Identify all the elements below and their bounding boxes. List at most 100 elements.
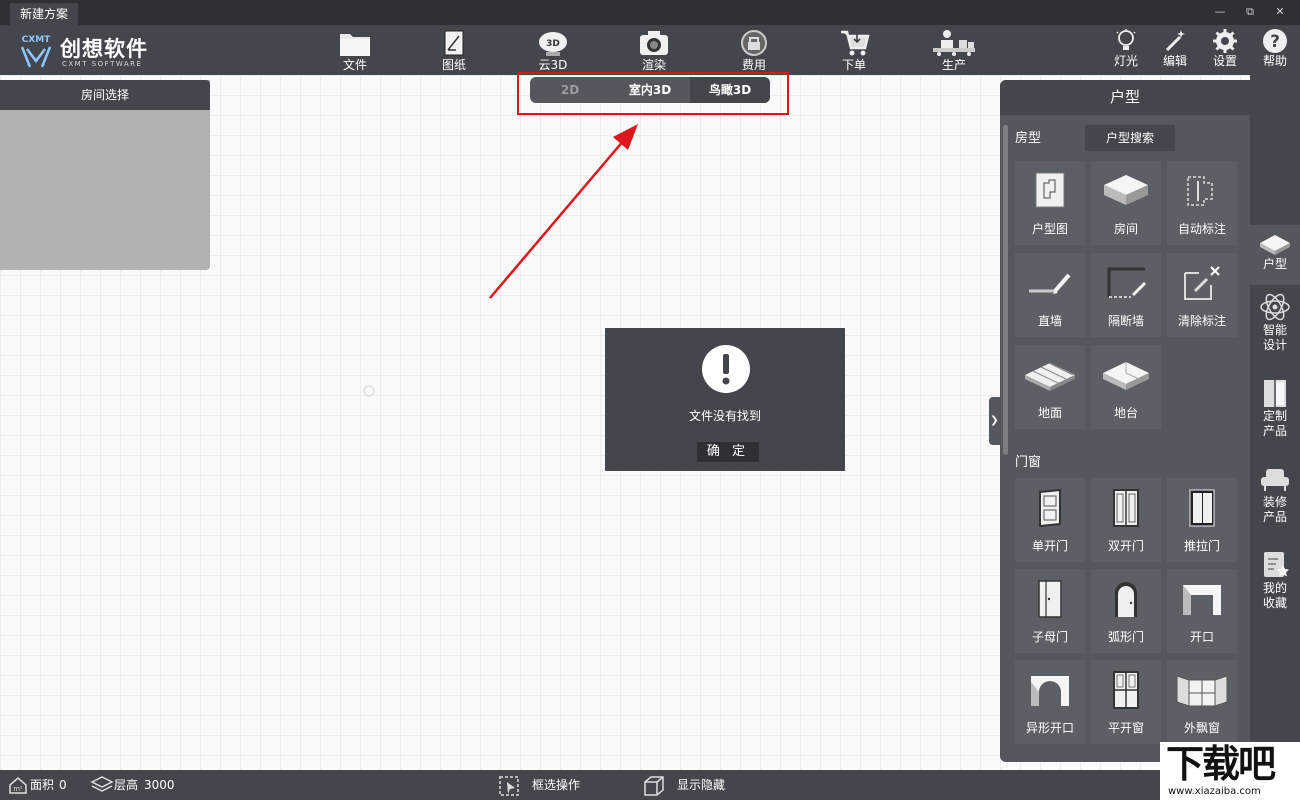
- nav-smart-design[interactable]: 智能 设计: [1250, 291, 1300, 363]
- drawings-label: 图纸: [441, 58, 466, 72]
- panel-collapse-handle[interactable]: ❯: [989, 397, 1000, 445]
- show-hide-button[interactable]: 显示隐藏: [642, 770, 752, 800]
- right-vertical-nav: 户型 智能 设计 定制 产品 装修 产品 我的 收藏: [1250, 75, 1300, 770]
- tool-double-door[interactable]: 双开门: [1091, 478, 1161, 562]
- tool-partition-wall[interactable]: 隔断墙: [1091, 253, 1161, 337]
- tool-floorplan[interactable]: 户型图: [1015, 161, 1085, 245]
- tool-arched-door[interactable]: 弧形门: [1091, 569, 1161, 653]
- order-button[interactable]: 下单: [824, 27, 884, 73]
- tool-mother-child-door[interactable]: 子母门: [1015, 569, 1085, 653]
- tool-mother-child-door-label: 子母门: [1031, 630, 1068, 644]
- bay-window-icon: [1176, 675, 1228, 707]
- room-box-icon: [1104, 175, 1148, 205]
- tool-platform[interactable]: 地台: [1091, 345, 1161, 429]
- cost-button[interactable]: 费用: [724, 27, 784, 73]
- single-door-icon: [1039, 488, 1061, 528]
- floor-height-value: 3000: [144, 778, 175, 792]
- file-label: 文件: [342, 58, 367, 72]
- svg-text:?: ?: [1270, 32, 1280, 52]
- status-area: m² 面积 0: [8, 770, 88, 800]
- favorites-icon: [1264, 552, 1289, 577]
- platform-icon: [1103, 362, 1149, 390]
- layers-icon: [90, 776, 114, 792]
- tool-straight-wall-label: 直墙: [1037, 314, 1062, 328]
- show-hide-label: 显示隐藏: [677, 778, 726, 792]
- nav-custom-label-2: 产品: [1262, 424, 1287, 438]
- tool-opening-label: 开口: [1189, 630, 1214, 644]
- folder-icon: [340, 34, 370, 56]
- tool-auto-annotate[interactable]: 自动标注: [1167, 161, 1237, 245]
- tool-room-label: 房间: [1113, 222, 1138, 236]
- restore-icon[interactable]: ⧉: [1242, 4, 1258, 20]
- area-icon: m²: [9, 777, 27, 794]
- file-button[interactable]: 文件: [325, 27, 385, 73]
- produce-button[interactable]: 生产: [924, 27, 984, 73]
- highlight-box: [517, 72, 789, 115]
- tool-clear-annotations[interactable]: 清除标注: [1167, 253, 1237, 337]
- room-select-title: 房间选择: [0, 80, 210, 110]
- dialog-ok-button[interactable]: 确 定: [697, 442, 759, 462]
- tool-straight-wall[interactable]: 直墙: [1015, 253, 1085, 337]
- order-label: 下单: [841, 58, 866, 72]
- floorplan-search-button[interactable]: 户型搜索: [1085, 125, 1175, 151]
- status-bar: m² 面积 0 层高 3000 框选操作 显示隐藏: [0, 770, 1300, 800]
- help-button[interactable]: ? 帮助: [1245, 27, 1300, 73]
- render-button[interactable]: 渲染: [624, 27, 684, 73]
- tool-room[interactable]: 房间: [1091, 161, 1161, 245]
- tool-floor[interactable]: 地面: [1015, 345, 1085, 429]
- floor-icon: [1025, 362, 1075, 391]
- tool-custom-opening-label: 异形开口: [1025, 721, 1074, 735]
- tool-single-door[interactable]: 单开门: [1015, 478, 1085, 562]
- camera-icon: [640, 31, 668, 55]
- bulb-icon: [1116, 29, 1136, 50]
- app-logo: CXMT 创想软件 CXMT SOFTWARE: [16, 31, 166, 71]
- nav-custom-products[interactable]: 定制 产品: [1250, 377, 1300, 449]
- mother-child-door-icon: [1038, 580, 1062, 618]
- nav-floorplan[interactable]: 户型: [1250, 225, 1300, 285]
- sliding-door-icon: [1189, 489, 1215, 527]
- floorplan-box-icon: [1260, 235, 1290, 255]
- area-value: 0: [59, 778, 67, 792]
- partition-wall-icon: [1107, 267, 1147, 298]
- tool-double-door-label: 双开门: [1107, 539, 1144, 553]
- magic-wand-icon: [1165, 30, 1185, 52]
- nav-my-favorites[interactable]: 我的 收藏: [1250, 549, 1300, 621]
- clear-annotations-icon: [1184, 266, 1220, 300]
- tool-opening[interactable]: 开口: [1167, 569, 1237, 653]
- room-select-panel: 房间选择: [0, 80, 210, 270]
- tool-custom-opening[interactable]: 异形开口: [1015, 660, 1085, 744]
- floorplan-doc-icon: [1035, 172, 1065, 208]
- render-label: 渲染: [641, 58, 666, 72]
- box-select-button[interactable]: 框选操作: [498, 770, 608, 800]
- site-watermark: 下载吧 www.xiazaiba.com: [1160, 742, 1300, 800]
- cloud3d-button[interactable]: 3D 云3D: [523, 27, 583, 73]
- help-icon: ?: [1263, 29, 1287, 53]
- atom-icon: [1260, 293, 1290, 321]
- status-floor-height: 层高 3000: [90, 770, 210, 800]
- cube-icon: [644, 776, 664, 796]
- tool-casement-window[interactable]: 平开窗: [1091, 660, 1161, 744]
- watermark-text: 下载吧: [1166, 742, 1276, 786]
- cart-icon: [841, 30, 870, 56]
- tool-sliding-door[interactable]: 推拉门: [1167, 478, 1237, 562]
- sofa-icon: [1261, 469, 1289, 491]
- gear-icon: [1213, 29, 1237, 53]
- drawing-icon: [444, 30, 464, 56]
- box-select-icon: [499, 776, 519, 796]
- minimize-icon[interactable]: —: [1212, 4, 1228, 20]
- straight-wall-icon: [1029, 273, 1071, 294]
- nav-favorites-label-1: 我的: [1262, 581, 1287, 595]
- svg-text:m²: m²: [13, 785, 23, 793]
- nav-decor-products[interactable]: 装修 产品: [1250, 463, 1300, 535]
- close-icon[interactable]: ✕: [1272, 4, 1288, 20]
- panel-scrollbar[interactable]: [1003, 125, 1008, 455]
- drawings-button[interactable]: 图纸: [424, 27, 484, 73]
- tool-casement-window-label: 平开窗: [1107, 721, 1144, 735]
- cloud-3d-icon: 3D: [539, 32, 567, 56]
- document-tab[interactable]: 新建方案: [10, 3, 79, 25]
- custom-opening-icon: [1031, 676, 1069, 706]
- tool-bay-window-label: 外飘窗: [1183, 721, 1220, 735]
- tool-bay-window[interactable]: 外飘窗: [1167, 660, 1237, 744]
- nav-favorites-label-2: 收藏: [1262, 596, 1287, 610]
- tool-floorplan-label: 户型图: [1031, 222, 1068, 236]
